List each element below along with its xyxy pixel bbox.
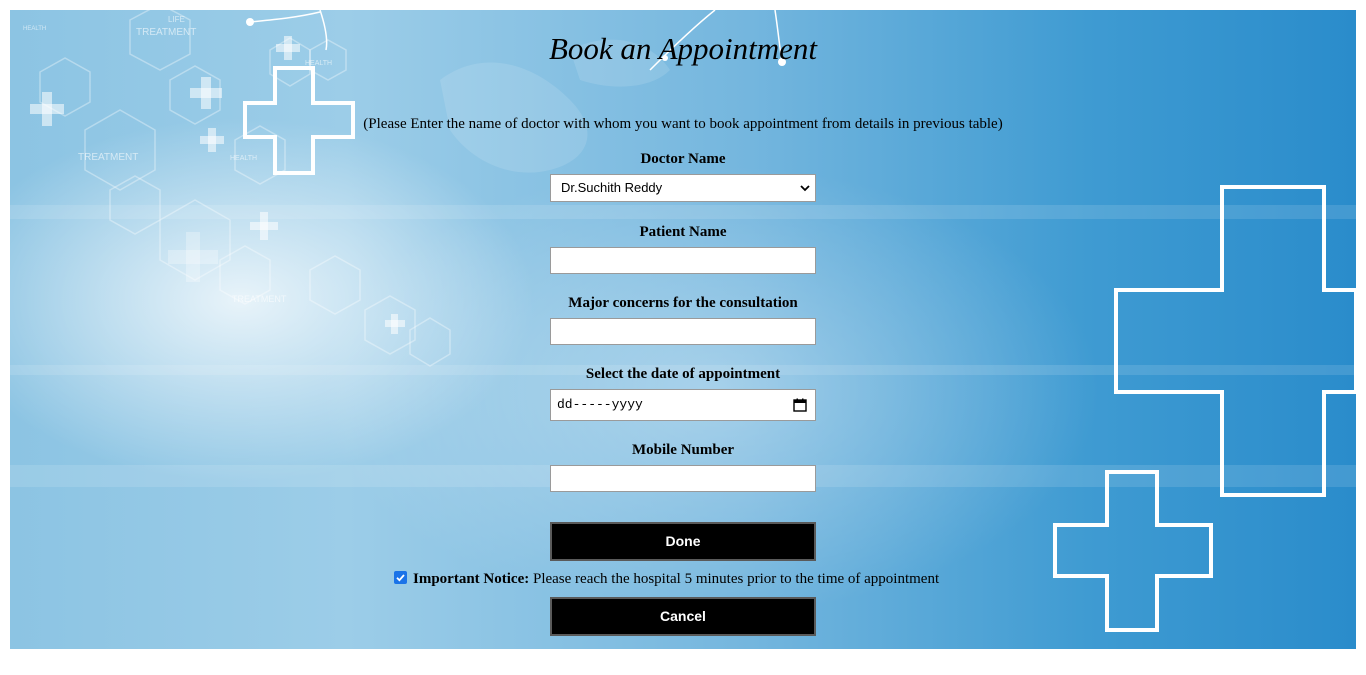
- calendar-icon[interactable]: [793, 398, 807, 412]
- notice-checkbox[interactable]: [394, 571, 407, 584]
- page-background: TREATMENT HEALTH HEALTH TREATMENT TREATM…: [10, 10, 1356, 649]
- appointment-date-input[interactable]: dd-----yyyy: [550, 389, 816, 421]
- doctor-name-selected-value: Dr.Suchith Reddy: [561, 180, 663, 195]
- mobile-number-input[interactable]: [550, 465, 816, 492]
- doctor-name-label: Doctor Name: [640, 151, 726, 167]
- chevron-down-icon: [800, 185, 810, 192]
- major-concerns-label: Major concerns for the consultation: [568, 295, 798, 311]
- notice-text: Please reach the hospital 5 minutes prio…: [532, 571, 940, 587]
- major-concerns-input[interactable]: [550, 318, 816, 345]
- date-placeholder: dd-----yyyy: [557, 397, 643, 412]
- svg-text:LIFE: LIFE: [168, 15, 185, 24]
- patient-name-label: Patient Name: [639, 224, 727, 240]
- done-button[interactable]: Done: [550, 522, 816, 561]
- important-notice: Important Notice: Please reach the hospi…: [394, 571, 939, 588]
- instruction-text: (Please Enter the name of doctor with wh…: [363, 116, 1003, 132]
- mobile-number-label: Mobile Number: [631, 442, 735, 458]
- doctor-name-select[interactable]: Dr.Suchith Reddy: [550, 174, 816, 202]
- patient-name-input[interactable]: [550, 247, 816, 274]
- page-title: Book an Appointment: [548, 31, 818, 66]
- appointment-date-label: Select the date of appointment: [585, 366, 781, 382]
- notice-heading: Important Notice:: [413, 571, 530, 587]
- cancel-button[interactable]: Cancel: [550, 597, 816, 636]
- checkmark-icon: [396, 574, 405, 582]
